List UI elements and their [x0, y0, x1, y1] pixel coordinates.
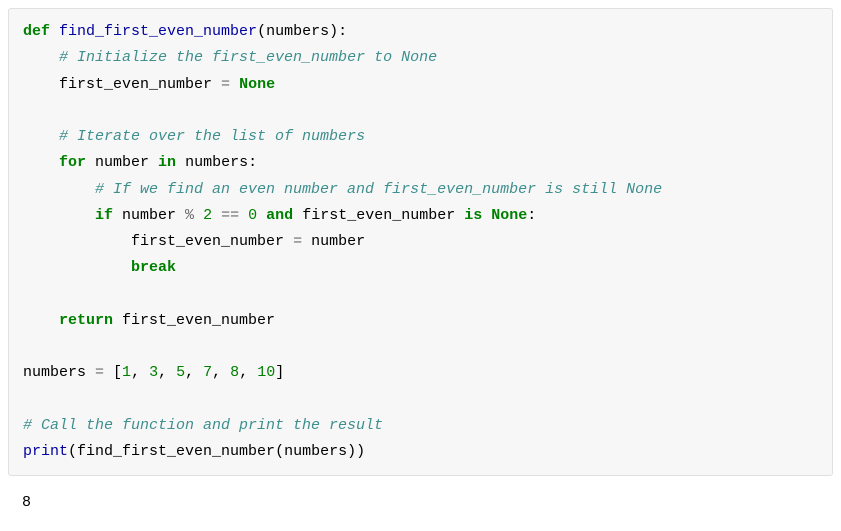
number: 2 — [203, 207, 212, 224]
argument: numbers — [284, 443, 347, 460]
number: 5 — [176, 364, 185, 381]
literal-none: None — [239, 76, 275, 93]
indent — [23, 259, 131, 276]
literal-none: None — [491, 207, 527, 224]
code-block: def find_first_even_number(numbers): # I… — [8, 8, 833, 476]
paren-close: ): — [329, 23, 347, 40]
keyword-def: def — [23, 23, 50, 40]
variable: first_even_number — [131, 233, 293, 250]
indent — [23, 76, 59, 93]
bracket-open: [ — [104, 364, 122, 381]
function-name: find_first_even_number — [59, 23, 257, 40]
paren-open: ( — [275, 443, 284, 460]
number: 3 — [149, 364, 158, 381]
operator-assign: = — [95, 364, 104, 381]
paren-open: ( — [68, 443, 77, 460]
operator-assign: = — [221, 76, 230, 93]
space — [212, 207, 221, 224]
variable: number — [86, 154, 158, 171]
keyword-for: for — [59, 154, 86, 171]
indent — [23, 207, 95, 224]
comma: , — [131, 364, 149, 381]
parameter: numbers — [266, 23, 329, 40]
space — [50, 23, 59, 40]
function-call: find_first_even_number — [77, 443, 275, 460]
comma: , — [212, 364, 230, 381]
variable: numbers — [23, 364, 95, 381]
indent — [23, 49, 59, 66]
space — [230, 76, 239, 93]
code-text: first_even_number — [293, 207, 464, 224]
output-block: 8 — [8, 484, 833, 522]
keyword-in: in — [158, 154, 176, 171]
code-text: number — [302, 233, 365, 250]
operator-eq: == — [221, 207, 239, 224]
operator-assign: = — [293, 233, 302, 250]
bracket-close: ] — [275, 364, 284, 381]
number: 0 — [248, 207, 257, 224]
indent — [23, 312, 59, 329]
number: 7 — [203, 364, 212, 381]
number: 1 — [122, 364, 131, 381]
indent — [23, 154, 59, 171]
comment: # Initialize the first_even_number to No… — [59, 49, 437, 66]
keyword-and: and — [266, 207, 293, 224]
colon: : — [527, 207, 536, 224]
comment: # If we find an even number and first_ev… — [95, 181, 662, 198]
number: 10 — [257, 364, 275, 381]
function-print: print — [23, 443, 68, 460]
output-value: 8 — [22, 494, 31, 511]
code-text: first_even_number — [113, 312, 275, 329]
paren-open: ( — [257, 23, 266, 40]
code-text: number — [113, 207, 185, 224]
comma: , — [185, 364, 203, 381]
space — [239, 207, 248, 224]
keyword-is: is — [464, 207, 482, 224]
indent — [23, 128, 59, 145]
comment: # Iterate over the list of numbers — [59, 128, 365, 145]
space — [482, 207, 491, 224]
number: 8 — [230, 364, 239, 381]
space — [257, 207, 266, 224]
variable: numbers: — [176, 154, 257, 171]
comma: , — [158, 364, 176, 381]
keyword-break: break — [131, 259, 176, 276]
variable: first_even_number — [59, 76, 221, 93]
comment: # Call the function and print the result — [23, 417, 383, 434]
keyword-if: if — [95, 207, 113, 224]
keyword-return: return — [59, 312, 113, 329]
space — [194, 207, 203, 224]
indent — [23, 181, 95, 198]
indent — [23, 233, 131, 250]
operator-mod: % — [185, 207, 194, 224]
comma: , — [239, 364, 257, 381]
paren-close: )) — [347, 443, 365, 460]
